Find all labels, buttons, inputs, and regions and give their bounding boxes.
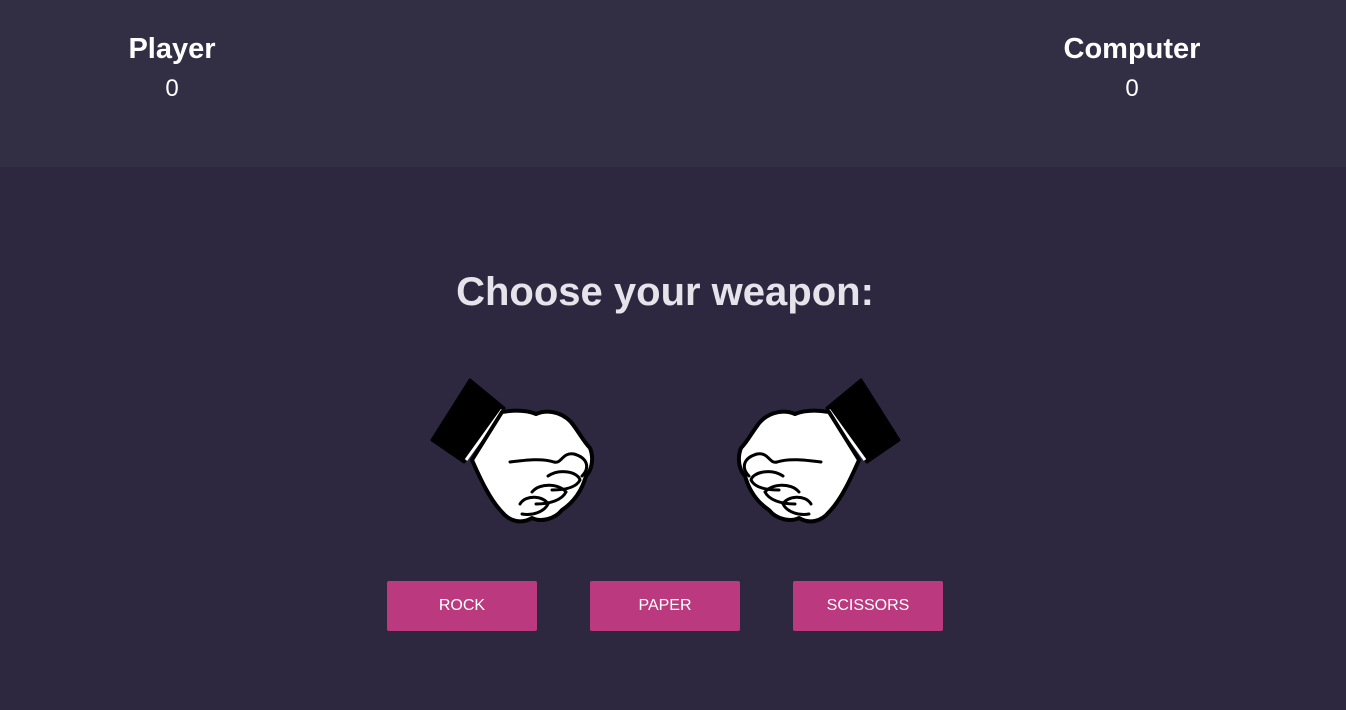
choose-weapon-heading: Choose your weapon: [456, 270, 874, 314]
game-app: Player 0 Computer 0 Choose your weapon: [0, 0, 1346, 710]
player-score-panel: Player 0 [62, 30, 282, 104]
computer-label: Computer [1063, 33, 1201, 65]
rock-button[interactable]: ROCK [387, 581, 537, 631]
scissors-button[interactable]: SCISSORS [793, 581, 943, 631]
player-fist-icon [428, 372, 598, 532]
computer-score: 0 [1125, 75, 1139, 102]
player-label: Player [128, 33, 216, 65]
scoreboard: Player 0 Computer 0 [0, 0, 1346, 167]
computer-score-panel: Computer 0 [1022, 30, 1242, 104]
player-score: 0 [165, 75, 179, 102]
game-area: Choose your weapon: ROCK PAPER SCISSORS [0, 167, 1346, 710]
computer-fist-icon [733, 372, 903, 532]
paper-button[interactable]: PAPER [590, 581, 740, 631]
